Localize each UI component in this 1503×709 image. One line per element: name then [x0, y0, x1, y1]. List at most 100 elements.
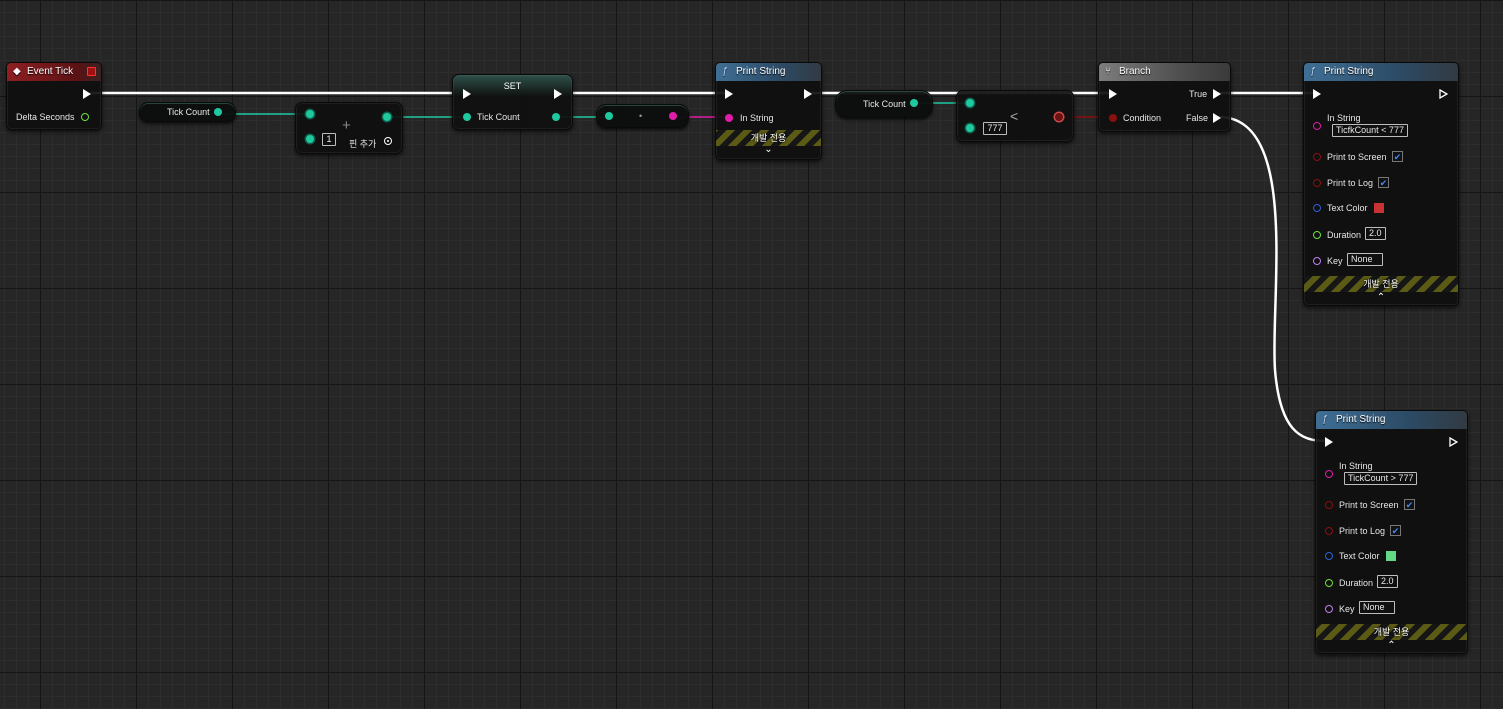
- branch-true-pin[interactable]: [1213, 89, 1221, 99]
- print-false-log-checkbox[interactable]: ✔: [1390, 525, 1401, 536]
- print-true-duration-label: Duration: [1327, 230, 1362, 240]
- set-tick-count-in-pin[interactable]: [463, 113, 471, 121]
- conv-in-pin[interactable]: [605, 112, 613, 120]
- print-true-in-string-label: In String: [1327, 113, 1361, 123]
- print-true-log-pin[interactable]: [1313, 179, 1321, 187]
- print-false-color-pin[interactable]: [1325, 552, 1333, 560]
- less-symbol: <: [1010, 108, 1019, 124]
- delta-seconds-pin[interactable]: [81, 113, 89, 121]
- less-value-field[interactable]: 777: [983, 122, 1007, 135]
- less-output-pin[interactable]: [1055, 113, 1063, 121]
- less-input-a-pin[interactable]: [966, 99, 974, 107]
- print-string-1-header: ƒ Print String: [716, 63, 821, 81]
- exec-out-pin[interactable]: [83, 89, 91, 99]
- branch-header: ⑂ Branch: [1099, 63, 1230, 81]
- print-true-header: ƒ Print String: [1304, 63, 1458, 81]
- collapse-chevron-icon[interactable]: ⌃: [1304, 293, 1458, 303]
- print-1-exec-out-pin[interactable]: [804, 89, 812, 99]
- get-tick-count-node[interactable]: Tick Count: [139, 102, 236, 122]
- add-output-pin[interactable]: [383, 113, 391, 121]
- print-false-exec-out-pin[interactable]: [1449, 437, 1458, 447]
- print-false-duration-label: Duration: [1339, 578, 1374, 588]
- delegate-pin-icon[interactable]: [87, 67, 96, 76]
- print-true-screen-checkbox[interactable]: ✔: [1392, 151, 1403, 162]
- print-false-screen-checkbox[interactable]: ✔: [1404, 499, 1415, 510]
- set-tick-count-label: Tick Count: [477, 112, 520, 122]
- set-exec-in-pin[interactable]: [463, 89, 471, 99]
- print-1-in-string-pin[interactable]: [725, 114, 733, 122]
- branch-condition-label: Condition: [1123, 113, 1162, 123]
- print-true-color-pin[interactable]: [1313, 204, 1321, 212]
- print-true-log-checkbox[interactable]: ✔: [1378, 177, 1389, 188]
- print-string-false-node[interactable]: ƒ Print String In String TickCount > 777…: [1315, 410, 1468, 654]
- print-false-in-string-pin[interactable]: [1325, 470, 1333, 478]
- print-false-color-swatch[interactable]: [1385, 550, 1397, 562]
- print-true-title: Print String: [1324, 66, 1374, 77]
- event-tick-node[interactable]: ◆ Event Tick Delta Seconds: [6, 62, 102, 130]
- print-string-1-title: Print String: [736, 66, 786, 77]
- branch-icon: ⑂: [1105, 66, 1111, 77]
- print-false-exec-in-pin[interactable]: [1325, 437, 1333, 447]
- branch-condition-pin[interactable]: [1109, 114, 1117, 122]
- collapse-chevron-icon[interactable]: ⌃: [1316, 641, 1467, 651]
- print-true-exec-in-pin[interactable]: [1313, 89, 1321, 99]
- print-true-screen-pin[interactable]: [1313, 153, 1321, 161]
- branch-node[interactable]: ⑂ Branch True Condition False: [1098, 62, 1231, 132]
- add-value-field[interactable]: 1: [322, 133, 336, 146]
- less-than-node[interactable]: < 777: [956, 90, 1074, 142]
- conv-out-pin[interactable]: [669, 112, 677, 120]
- print-false-log-label: Print to Log: [1339, 526, 1386, 536]
- print-false-duration-field[interactable]: 2.0: [1377, 575, 1398, 588]
- print-false-key-pin[interactable]: [1325, 605, 1333, 613]
- set-node[interactable]: SET Tick Count: [452, 74, 573, 130]
- print-false-title: Print String: [1336, 414, 1386, 425]
- branch-exec-in-pin[interactable]: [1109, 89, 1117, 99]
- print-true-key-pin[interactable]: [1313, 257, 1321, 265]
- print-1-in-string-label: In String: [740, 113, 774, 123]
- tick-count-out-pin[interactable]: [214, 108, 222, 116]
- tick-count-2-out-pin[interactable]: [910, 99, 918, 107]
- print-false-duration-pin[interactable]: [1325, 579, 1333, 587]
- function-icon: ƒ: [1310, 66, 1316, 77]
- branch-title: Branch: [1119, 66, 1151, 77]
- print-true-duration-pin[interactable]: [1313, 231, 1321, 239]
- expand-chevron-icon[interactable]: ⌄: [716, 145, 821, 155]
- int-to-string-node[interactable]: •: [596, 104, 689, 128]
- set-tick-count-out-pin[interactable]: [552, 113, 560, 121]
- set-exec-out-pin[interactable]: [554, 89, 562, 99]
- print-1-exec-in-pin[interactable]: [725, 89, 733, 99]
- get-tick-count-label: Tick Count: [167, 107, 210, 117]
- print-string-true-node[interactable]: ƒ Print String In String TicfkCount < 77…: [1303, 62, 1459, 306]
- print-false-log-pin[interactable]: [1325, 527, 1333, 535]
- print-true-exec-out-pin[interactable]: [1439, 89, 1448, 99]
- print-false-in-string-field[interactable]: TickCount > 777: [1344, 472, 1418, 485]
- print-true-in-string-field[interactable]: TicfkCount < 777: [1332, 124, 1408, 137]
- add-input-a-pin[interactable]: [306, 110, 314, 118]
- branch-false-pin[interactable]: [1213, 113, 1221, 123]
- print-true-key-field[interactable]: None: [1347, 253, 1383, 266]
- conv-symbol: •: [639, 111, 643, 121]
- print-false-key-field[interactable]: None: [1359, 601, 1395, 614]
- print-string-node-1[interactable]: ƒ Print String In String 개발 전용 ⌄: [715, 62, 822, 160]
- print-true-key-label: Key: [1327, 256, 1343, 266]
- dev-only-banner: 개발 전용: [1316, 624, 1467, 640]
- print-false-in-string-label: In String: [1339, 461, 1373, 471]
- get-tick-count-2-label: Tick Count: [863, 99, 906, 109]
- print-false-screen-pin[interactable]: [1325, 501, 1333, 509]
- print-true-duration-field[interactable]: 2.0: [1365, 227, 1386, 240]
- add-pin-label[interactable]: 핀 추가: [349, 137, 376, 150]
- print-true-color-label: Text Color: [1327, 203, 1368, 213]
- add-pin-plus-icon[interactable]: [384, 137, 392, 145]
- function-icon: ƒ: [722, 66, 728, 77]
- print-true-color-swatch[interactable]: [1373, 202, 1385, 214]
- add-node[interactable]: + 1 핀 추가: [295, 102, 403, 154]
- get-tick-count-node-2[interactable]: Tick Count: [835, 90, 933, 118]
- print-false-header: ƒ Print String: [1316, 411, 1467, 429]
- event-diamond-icon: ◆: [13, 66, 21, 77]
- print-true-in-string-pin[interactable]: [1313, 122, 1321, 130]
- function-icon: ƒ: [1322, 414, 1328, 425]
- add-input-b-pin[interactable]: [306, 135, 314, 143]
- less-input-b-pin[interactable]: [966, 124, 974, 132]
- print-false-color-label: Text Color: [1339, 551, 1380, 561]
- print-true-log-label: Print to Log: [1327, 178, 1374, 188]
